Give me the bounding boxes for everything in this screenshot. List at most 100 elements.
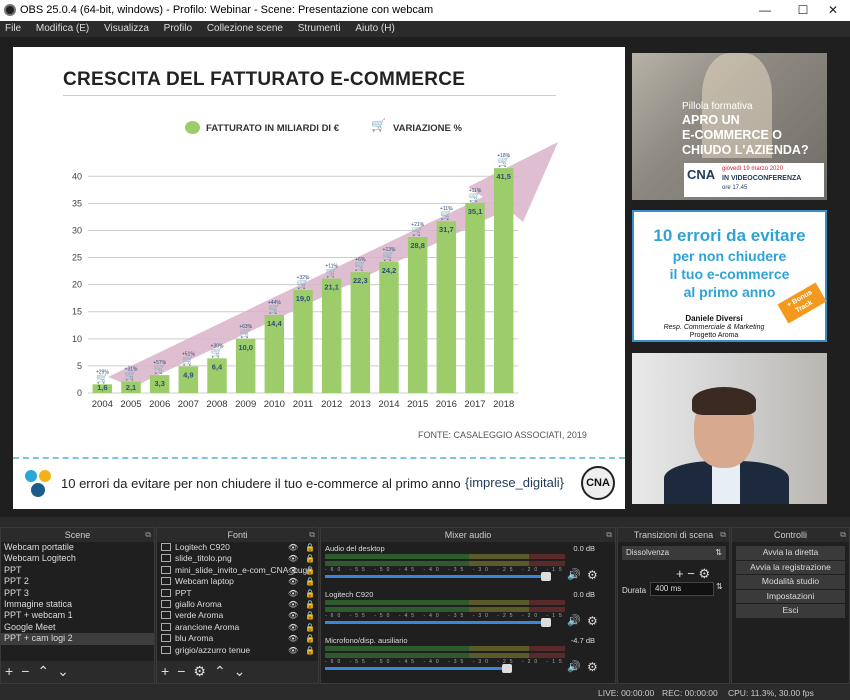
menu-help[interactable]: Aiuto (H) <box>350 21 399 34</box>
minimize-button[interactable]: — <box>748 0 782 21</box>
volume-slider[interactable] <box>325 667 506 670</box>
scene-item[interactable]: Immagine statica <box>1 599 154 610</box>
visibility-eye-icon[interactable]: 👁 <box>288 565 298 576</box>
dock-float-icon[interactable]: ⧉ <box>309 528 315 542</box>
bar-value-label: 6,4 <box>212 362 223 371</box>
scene-item[interactable]: PPT 2 <box>1 576 154 587</box>
volume-slider[interactable] <box>325 575 546 578</box>
settings-button[interactable]: Impostazioni <box>736 589 845 603</box>
move-up-icon[interactable]: ⌃ <box>37 663 49 679</box>
lock-icon[interactable]: 🔒 <box>305 576 315 587</box>
transition-select[interactable]: Dissolvenza ⇅ <box>622 546 726 560</box>
source-item[interactable]: slide_titolo.png 👁 🔒 <box>157 553 318 564</box>
lock-icon[interactable]: 🔒 <box>305 633 315 644</box>
scene-item[interactable]: Webcam portatile <box>1 542 154 553</box>
source-item[interactable]: blu Aroma 👁 🔒 <box>157 633 318 644</box>
bar-value-label: 3,3 <box>154 379 164 388</box>
source-type-icon <box>161 622 171 631</box>
mixer-gear-icon[interactable]: ⚙ <box>587 660 598 674</box>
speaker-icon[interactable]: 🔊 <box>567 568 581 581</box>
volume-slider-handle[interactable] <box>541 572 552 581</box>
scenes-dock-header: Scene ⧉ <box>1 528 154 542</box>
menu-edit[interactable]: Modifica (E) <box>31 21 94 34</box>
duration-stepper-icon[interactable]: ⇅ <box>716 582 723 591</box>
dock-float-icon[interactable]: ⧉ <box>145 528 151 542</box>
scene-item[interactable]: PPT + webcam 1 <box>1 610 154 621</box>
variation-label: +63% <box>239 324 252 330</box>
lock-icon[interactable]: 🔒 <box>305 553 315 564</box>
duration-field[interactable]: 400 ms <box>650 582 714 596</box>
source-item[interactable]: verde Aroma 👁 🔒 <box>157 610 318 621</box>
add-source-icon[interactable]: + <box>161 663 169 679</box>
lock-icon[interactable]: 🔒 <box>305 610 315 621</box>
source-item[interactable]: Logitech C920 👁 🔒 <box>157 542 318 553</box>
bar <box>321 278 342 393</box>
mixer-gear-icon[interactable]: ⚙ <box>587 568 598 582</box>
speaker-icon[interactable]: 🔊 <box>567 614 581 627</box>
lock-icon[interactable]: 🔒 <box>305 599 315 610</box>
visibility-eye-icon[interactable]: 👁 <box>288 542 298 553</box>
volume-slider-handle[interactable] <box>501 664 512 673</box>
source-item[interactable]: arancione Aroma 👁 🔒 <box>157 622 318 633</box>
maximize-button[interactable]: ☐ <box>786 0 820 21</box>
visibility-eye-icon[interactable]: 👁 <box>288 576 298 587</box>
source-item[interactable]: PPT 👁 🔒 <box>157 588 318 599</box>
menu-file[interactable]: File <box>0 21 26 34</box>
menu-scene-collection[interactable]: Collezione scene <box>202 21 288 34</box>
start-streaming-button[interactable]: Avvia la diretta <box>736 546 845 560</box>
visibility-eye-icon[interactable]: 👁 <box>288 633 298 644</box>
move-down-icon[interactable]: ⌄ <box>57 663 69 679</box>
scene-item[interactable]: PPT <box>1 565 154 576</box>
lock-icon[interactable]: 🔒 <box>305 542 315 553</box>
visibility-eye-icon[interactable]: 👁 <box>288 553 298 564</box>
variation-label: +11% <box>469 188 482 194</box>
remove-scene-icon[interactable]: − <box>21 663 29 679</box>
volume-slider[interactable] <box>325 621 546 624</box>
dock-float-icon[interactable]: ⧉ <box>606 528 612 542</box>
studio-mode-button[interactable]: Modalità studio <box>736 575 845 589</box>
level-meter-right <box>325 653 565 658</box>
volume-slider-handle[interactable] <box>541 618 552 627</box>
lock-icon[interactable]: 🔒 <box>305 565 315 576</box>
visibility-eye-icon[interactable]: 👁 <box>288 599 298 610</box>
bar <box>436 221 457 393</box>
bar <box>293 290 313 393</box>
visibility-eye-icon[interactable]: 👁 <box>288 645 298 656</box>
move-up-icon[interactable]: ⌃ <box>214 663 226 679</box>
remove-source-icon[interactable]: − <box>177 663 185 679</box>
add-scene-icon[interactable]: + <box>5 663 13 679</box>
remove-transition-icon[interactable]: − <box>687 566 695 581</box>
start-recording-button[interactable]: Avvia la registrazione <box>736 560 845 574</box>
dock-float-icon[interactable]: ⧉ <box>720 528 726 542</box>
visibility-eye-icon[interactable]: 👁 <box>288 610 298 621</box>
menu-view[interactable]: Visualizza <box>99 21 154 34</box>
lock-icon[interactable]: 🔒 <box>305 645 315 656</box>
mixer-channels: Audio del desktop 0.0 dB -60 -55 -50 -45 -… <box>321 542 615 680</box>
source-item[interactable]: Webcam laptop 👁 🔒 <box>157 576 318 587</box>
source-item[interactable]: mini_slide_invito_e-com_CNA_Lugo 👁 🔒 <box>157 565 318 576</box>
lock-icon[interactable]: 🔒 <box>305 622 315 633</box>
scene-item[interactable]: PPT + cam logi 2 <box>1 633 154 645</box>
source-item[interactable]: grigio/azzurro tenue 👁 🔒 <box>157 645 318 656</box>
source-item[interactable]: giallo Aroma 👁 🔒 <box>157 599 318 610</box>
lock-icon[interactable]: 🔒 <box>305 588 315 599</box>
close-button[interactable]: ✕ <box>816 0 850 21</box>
visibility-eye-icon[interactable]: 👁 <box>288 588 298 599</box>
scene-item[interactable]: Webcam Logitech <box>1 553 154 564</box>
speaker-org: Progetto Aroma <box>689 332 739 339</box>
speaker-icon[interactable]: 🔊 <box>567 660 581 673</box>
mixer-gear-icon[interactable]: ⚙ <box>587 614 598 628</box>
visibility-eye-icon[interactable]: 👁 <box>288 622 298 633</box>
exit-button[interactable]: Esci <box>736 604 845 618</box>
source-settings-gear-icon[interactable]: ⚙ <box>193 663 206 679</box>
move-down-icon[interactable]: ⌄ <box>234 663 246 679</box>
variation-label: +6% <box>355 257 366 263</box>
transition-settings-gear-icon[interactable]: ⚙ <box>698 566 710 581</box>
scene-item[interactable]: Google Meet <box>1 622 154 633</box>
level-meter-right <box>325 561 565 566</box>
scene-item[interactable]: PPT 3 <box>1 588 154 599</box>
dock-float-icon[interactable]: ⧉ <box>840 528 846 542</box>
menu-profile[interactable]: Profilo <box>159 21 197 34</box>
add-transition-icon[interactable]: + <box>676 566 684 581</box>
menu-tools[interactable]: Strumenti <box>293 21 346 34</box>
